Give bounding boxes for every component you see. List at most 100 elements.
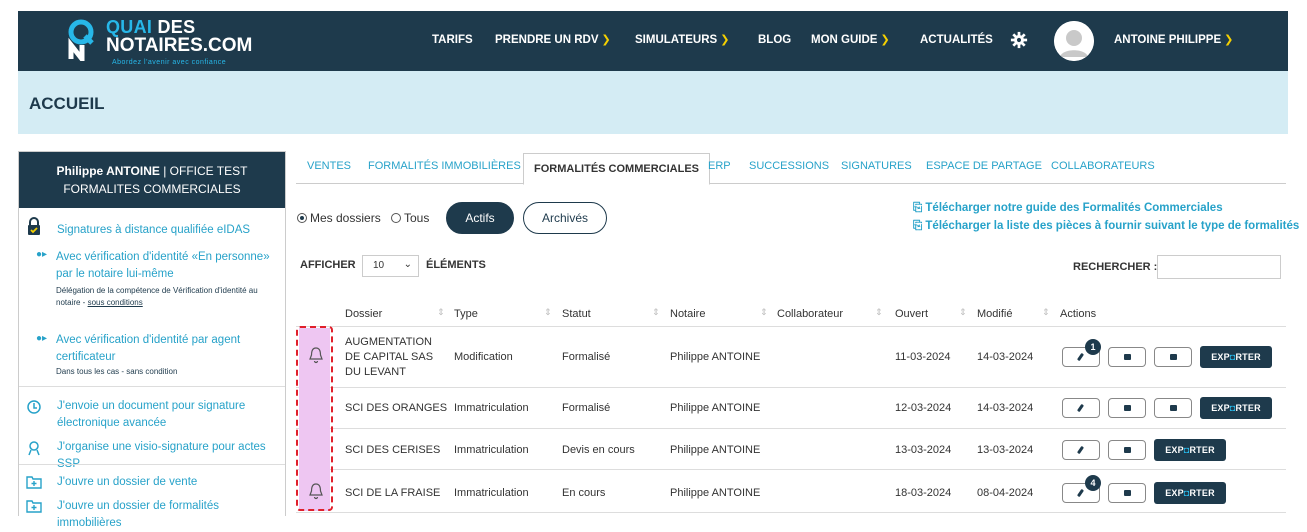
edit-button[interactable] — [1062, 440, 1100, 460]
sort-icon: ⇕ — [875, 307, 883, 317]
cell-modifie: 14-03-2024 — [977, 351, 1034, 363]
export-label-start: EXP — [1211, 403, 1230, 413]
page-size-select[interactable]: 10 ⌄ — [362, 255, 419, 277]
comment-button[interactable] — [1108, 440, 1146, 460]
cell-modifie: 14-03-2024 — [977, 402, 1034, 414]
cell-dossier[interactable]: SCI DE LA FRAISE — [345, 487, 440, 499]
archive-button[interactable] — [1154, 347, 1192, 367]
export-button[interactable]: EXP◘RTER — [1154, 439, 1226, 461]
comment-button[interactable] — [1108, 347, 1146, 367]
cell-dossier[interactable]: SCI DES CERISES — [345, 444, 440, 456]
pencil-icon — [1076, 352, 1085, 362]
chat-icon — [1124, 447, 1131, 453]
tab-signatures[interactable]: SIGNATURES — [841, 160, 912, 172]
col-header-statut[interactable]: Statut — [562, 308, 591, 320]
archive-button[interactable] — [1154, 398, 1192, 418]
sidebar-option-en-personne[interactable]: Avec vérification d'identité «En personn… — [56, 249, 278, 283]
download-pieces-link[interactable]: ⎘ Télécharger la liste des pièces à four… — [913, 220, 1299, 233]
document-send-icon — [27, 400, 41, 414]
radio-mes-dossiers[interactable]: Mes dossiers — [297, 211, 381, 225]
col-header-ouvert[interactable]: Ouvert — [895, 308, 928, 320]
download-icon: ⎘ — [913, 202, 926, 214]
export-button[interactable]: EXP◘RTER — [1200, 346, 1272, 368]
col-header-actions: Actions — [1060, 308, 1097, 320]
sidebar-divider — [19, 464, 285, 465]
site-logo[interactable]: QUAI DES NOTAIRES.COM Abordez l'avenir a… — [66, 17, 252, 66]
user-avatar[interactable] — [1054, 21, 1094, 61]
col-header-collaborateur[interactable]: Collaborateur — [777, 308, 843, 320]
actifs-button[interactable]: Actifs — [446, 202, 514, 234]
tab-collaborateurs[interactable]: COLLABORATEURS — [1051, 160, 1155, 172]
archives-button[interactable]: Archivés — [523, 202, 607, 234]
tab-formalites-immobilieres[interactable]: FORMALITÉS IMMOBILIÈRES — [368, 160, 521, 172]
cell-dossier[interactable]: SCI DES ORANGES — [345, 402, 447, 414]
search-input[interactable] — [1157, 255, 1281, 279]
annotation-dashed-highlight — [296, 326, 333, 511]
cell-notaire: Philippe ANTOINE — [670, 351, 761, 363]
export-label-end: RTER — [1189, 445, 1215, 455]
download-guide-link[interactable]: ⎘ Télécharger notre guide des Formalités… — [913, 202, 1223, 215]
search-label: RECHERCHER : — [1073, 261, 1158, 273]
sort-icon: ⇕ — [437, 307, 445, 317]
show-label: AFFICHER — [300, 259, 356, 271]
chat-icon — [1124, 405, 1131, 411]
tab-formalites-commerciales[interactable]: FORMALITÉS COMMERCIALES — [523, 153, 710, 185]
sidebar-sous-conditions-link[interactable]: sous conditions — [88, 298, 143, 307]
user-menu[interactable]: ANTOINE PHILIPPE ❯ — [1114, 33, 1233, 47]
tab-erp[interactable]: ERP — [708, 160, 731, 172]
comment-button[interactable] — [1108, 483, 1146, 503]
nav-mon-guide[interactable]: MON GUIDE ❯ — [811, 33, 890, 47]
row-divider — [296, 469, 1286, 470]
radio-tous[interactable]: Tous — [391, 211, 429, 225]
chat-icon — [1124, 354, 1131, 360]
sidebar-option-agent[interactable]: Avec vérification d'identité par agent c… — [56, 332, 266, 366]
sidebar-send-document[interactable]: J'envoie un document pour signature élec… — [57, 398, 257, 432]
col-header-type[interactable]: Type — [454, 308, 478, 320]
sidebar-delegation-text: Délégation de la compétence de Vérificat… — [56, 286, 258, 307]
sort-icon: ⇕ — [544, 307, 552, 317]
comment-button[interactable] — [1108, 398, 1146, 418]
elements-label: ÉLÉMENTS — [426, 259, 486, 271]
sidebar-open-formalites[interactable]: J'ouvre un dossier de formalités immobil… — [57, 498, 285, 532]
sidebar-option-agent-note: Dans tous les cas - sans condition — [56, 367, 178, 376]
nav-simulateurs[interactable]: SIMULATEURS ❯ — [635, 33, 729, 47]
sort-icon: ⇕ — [959, 307, 967, 317]
nav-prendre-rdv[interactable]: PRENDRE UN RDV ❯ — [495, 33, 611, 47]
cell-type: Immatriculation — [454, 487, 529, 499]
sidebar-header: Philippe ANTOINE | OFFICE TEST FORMALITE… — [19, 152, 285, 208]
chat-icon — [1124, 490, 1131, 496]
nav-blog[interactable]: BLOG — [758, 33, 791, 47]
tab-successions[interactable]: SUCCESSIONS — [749, 160, 829, 172]
row-divider — [296, 512, 1286, 513]
sidebar-signatures-eidas[interactable]: Signatures à distance qualifiée eIDAS — [57, 222, 250, 239]
pencil-icon — [1076, 488, 1085, 498]
page-banner: ACCUEIL — [18, 71, 1288, 134]
export-button[interactable]: EXP◘RTER — [1154, 482, 1226, 504]
cell-dossier[interactable]: AUGMENTATION DE CAPITAL SAS DU LEVANT — [345, 335, 445, 380]
logo-text-quai: QUAI — [106, 17, 153, 37]
nav-actualites[interactable]: ACTUALITÉS — [920, 33, 993, 47]
col-header-dossier[interactable]: Dossier — [345, 308, 382, 320]
cell-ouvert: 12-03-2024 — [895, 402, 952, 414]
col-header-modifie[interactable]: Modifié — [977, 308, 1012, 320]
row-divider — [296, 387, 1286, 388]
download-guide-label: Télécharger notre guide des Formalités C… — [925, 202, 1223, 214]
export-label-end: RTER — [1235, 352, 1261, 362]
tab-ventes[interactable]: VENTES — [307, 160, 351, 172]
edit-button[interactable]: 4 — [1062, 475, 1101, 503]
export-button[interactable]: EXP◘RTER — [1200, 397, 1272, 419]
nav-actualites-label: ACTUALITÉS — [920, 34, 993, 46]
col-header-notaire[interactable]: Notaire — [670, 308, 705, 320]
export-label-end: RTER — [1189, 488, 1215, 498]
table-header-divider — [296, 326, 1286, 327]
sort-icon: ⇕ — [1042, 307, 1050, 317]
tab-espace-de-partage[interactable]: ESPACE DE PARTAGE — [926, 160, 1042, 172]
sidebar-visio-signature[interactable]: J'organise une visio-signature pour acte… — [57, 439, 285, 473]
cell-statut: Formalisé — [562, 402, 611, 414]
sidebar-open-vente[interactable]: J'ouvre un dossier de vente — [57, 474, 197, 491]
nav-tarifs[interactable]: TARIFS — [432, 33, 473, 47]
export-label-start: EXP — [1211, 352, 1230, 362]
gear-icon[interactable] — [1010, 31, 1028, 49]
edit-button[interactable]: 1 — [1062, 339, 1101, 367]
edit-button[interactable] — [1062, 398, 1100, 418]
